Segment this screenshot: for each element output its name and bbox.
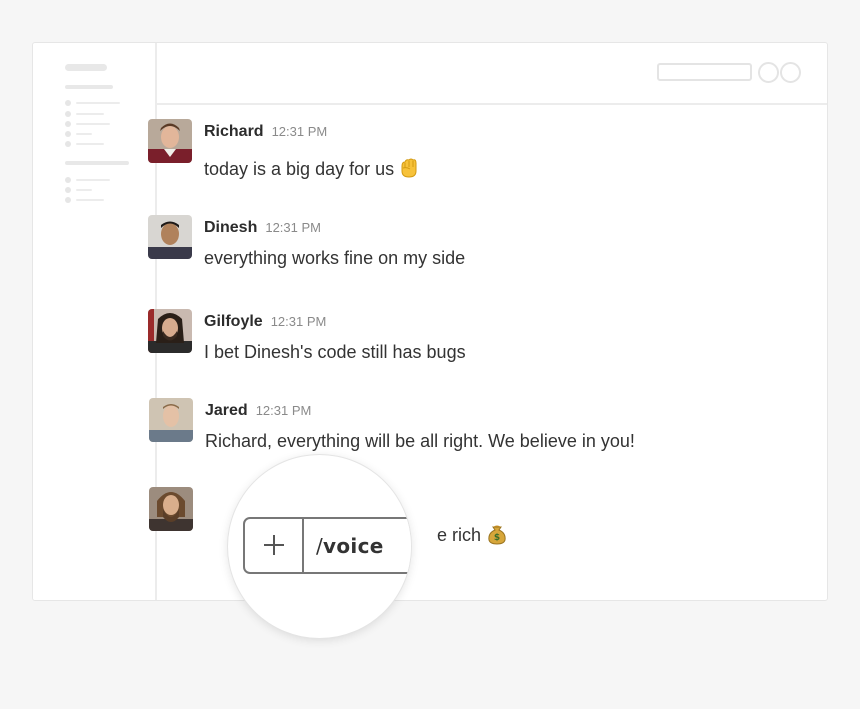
top-bar xyxy=(157,43,827,105)
message-author[interactable]: Richard 12:31 PM xyxy=(204,123,327,141)
header-circle-button[interactable] xyxy=(758,62,779,83)
avatar[interactable] xyxy=(148,119,192,163)
search-input[interactable] xyxy=(657,63,752,81)
svg-text:$: $ xyxy=(494,533,500,543)
raised-fist-icon xyxy=(398,157,420,184)
sidebar-placeholder-section xyxy=(65,161,129,165)
sidebar xyxy=(33,43,157,600)
message-item: Gilfoyle 12:31 PM I bet Dinesh's code sti… xyxy=(148,309,768,365)
message-item: Jared 12:31 PM Richard, everything will b… xyxy=(148,398,768,454)
money-bag-icon: $ xyxy=(487,523,507,550)
message-item: Richard 12:31 PM today is a big day for u… xyxy=(148,119,768,179)
sidebar-placeholder-bar xyxy=(65,85,113,89)
message-time: 12:31 PM xyxy=(270,314,327,329)
command-composer[interactable]: /voice xyxy=(243,517,411,574)
message-time: 12:31 PM xyxy=(255,403,312,418)
avatar[interactable] xyxy=(148,215,192,259)
message-time: 12:31 PM xyxy=(265,220,321,235)
avatar[interactable] xyxy=(149,487,193,531)
message-text: e rich $ xyxy=(437,523,507,550)
command-input[interactable]: /voice xyxy=(316,534,384,558)
plus-icon-vertical xyxy=(273,535,275,555)
message-author[interactable]: Jared 12:31 PM xyxy=(205,402,311,420)
magnifier-lens: /voice xyxy=(228,455,411,638)
header-circle-button[interactable] xyxy=(780,62,801,83)
add-button[interactable] xyxy=(245,519,304,572)
message-time: 12:31 PM xyxy=(271,124,328,139)
message-text: Richard, everything will be all right. W… xyxy=(205,431,635,451)
message-text: today is a big day for us xyxy=(204,157,420,184)
message-text: I bet Dinesh's code still has bugs xyxy=(204,342,466,362)
message-author[interactable]: Gilfoyle 12:31 PM xyxy=(204,313,326,331)
sidebar-placeholder-title xyxy=(65,64,107,71)
message-text: everything works fine on my side xyxy=(204,248,466,268)
message-item: Dinesh 12:31 PM everything works fine on … xyxy=(148,215,768,271)
avatar[interactable] xyxy=(149,398,193,442)
message-author[interactable]: Dinesh 12:31 PM xyxy=(204,219,321,237)
avatar[interactable] xyxy=(148,309,192,353)
